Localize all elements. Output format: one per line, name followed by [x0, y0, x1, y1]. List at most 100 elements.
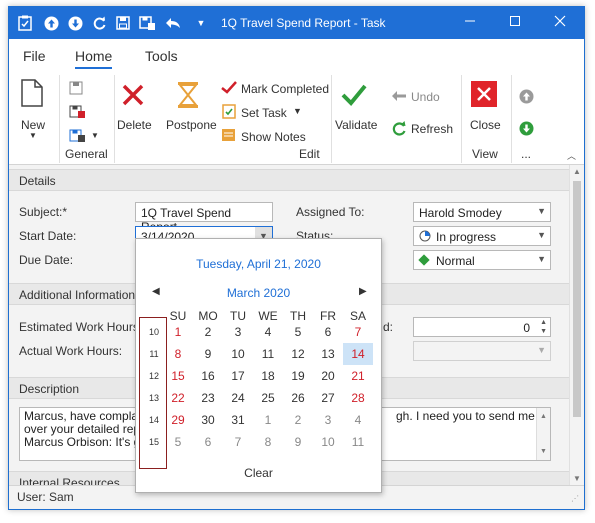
calendar-day[interactable]: 26: [283, 387, 313, 409]
arrow-up-icon[interactable]: [43, 15, 59, 31]
save-icon[interactable]: [69, 81, 83, 98]
calendar-day[interactable]: 21: [343, 365, 373, 387]
calendar-day[interactable]: 31: [223, 409, 253, 431]
undo-icon[interactable]: [165, 15, 181, 31]
postpone-button[interactable]: Postpone: [166, 118, 217, 132]
validate-icon[interactable]: [341, 83, 367, 110]
priority-select[interactable]: Normal ▼: [413, 250, 551, 270]
calendar-day[interactable]: 19: [283, 365, 313, 387]
calendar-day[interactable]: 7: [343, 321, 373, 343]
resize-grip-icon[interactable]: ⋰: [571, 494, 580, 503]
calendar-day-other-month[interactable]: 4: [343, 409, 373, 431]
refresh-button[interactable]: Refresh: [411, 122, 453, 136]
collapse-ribbon-icon[interactable]: ︿: [567, 149, 576, 162]
calendar-day[interactable]: 11: [253, 343, 283, 365]
calendar-day-other-month[interactable]: 5: [163, 431, 193, 453]
calendar-day-other-month[interactable]: 3: [313, 409, 343, 431]
status-select[interactable]: In progress ▼: [413, 226, 551, 246]
new-document-icon[interactable]: [21, 79, 43, 110]
calendar-day[interactable]: 28: [343, 387, 373, 409]
tab-file[interactable]: File: [23, 48, 46, 64]
save-new-icon[interactable]: [69, 129, 85, 146]
refresh-icon[interactable]: [391, 121, 407, 140]
refresh-icon[interactable]: [91, 15, 107, 31]
set-task-button[interactable]: Set Task: [241, 106, 287, 120]
assigned-to-select[interactable]: Harold Smodey ▼: [413, 202, 551, 222]
calendar-day-other-month[interactable]: 8: [253, 431, 283, 453]
scroll-up-icon[interactable]: ▲: [573, 167, 581, 176]
calendar-day-other-month[interactable]: 9: [283, 431, 313, 453]
calendar-day[interactable]: 17: [223, 365, 253, 387]
calendar-day[interactable]: 4: [253, 321, 283, 343]
calendar-day[interactable]: 9: [193, 343, 223, 365]
calendar-day-other-month[interactable]: 11: [343, 431, 373, 453]
next-month-icon[interactable]: ▶: [359, 286, 367, 297]
spin-arrows-icon[interactable]: ▲ ▼: [540, 318, 547, 336]
today-link[interactable]: Tuesday, April 21, 2020: [136, 257, 381, 271]
next-item-icon[interactable]: [519, 121, 534, 139]
subject-input[interactable]: 1Q Travel Spend Report: [135, 202, 273, 234]
textarea-scrollbar[interactable]: ▲ ▼: [536, 408, 550, 460]
calendar-day[interactable]: 1: [163, 321, 193, 343]
close-window-icon[interactable]: [550, 13, 570, 33]
tab-home[interactable]: Home: [75, 48, 113, 69]
calendar-day[interactable]: 27: [313, 387, 343, 409]
save-close-icon[interactable]: [69, 105, 85, 122]
save-dropdown-icon[interactable]: ▼: [91, 131, 99, 140]
month-title[interactable]: March 2020: [136, 286, 381, 300]
calendar-day[interactable]: 20: [313, 365, 343, 387]
calendar-day[interactable]: 13: [313, 343, 343, 365]
calendar-day[interactable]: 30: [193, 409, 223, 431]
save-icon[interactable]: [115, 15, 131, 31]
mark-completed-button[interactable]: Mark Completed: [241, 82, 329, 96]
save-close-icon[interactable]: [139, 15, 155, 31]
delete-icon[interactable]: [121, 83, 145, 110]
calendar-day[interactable]: 6: [313, 321, 343, 343]
calendar-day[interactable]: 2: [193, 321, 223, 343]
calendar-day[interactable]: 25: [253, 387, 283, 409]
scroll-thumb[interactable]: [573, 181, 581, 417]
clear-button[interactable]: Clear: [136, 466, 381, 480]
section-header-details[interactable]: Details: [9, 169, 569, 191]
quick-access-dropdown-icon[interactable]: ▼: [193, 15, 209, 31]
new-dropdown-icon[interactable]: ▼: [29, 131, 37, 140]
calendar-day[interactable]: 22: [163, 387, 193, 409]
tab-tools[interactable]: Tools: [145, 48, 178, 64]
calendar-day-other-month[interactable]: 2: [283, 409, 313, 431]
arrow-down-icon[interactable]: [67, 15, 83, 31]
scroll-up-icon[interactable]: ▲: [540, 410, 547, 423]
close-icon[interactable]: [471, 81, 497, 107]
maximize-icon[interactable]: [505, 13, 525, 33]
calendar-day[interactable]: 3: [223, 321, 253, 343]
calendar-day[interactable]: 10: [223, 343, 253, 365]
validate-button[interactable]: Validate: [335, 118, 377, 132]
chevron-down-icon[interactable]: ▼: [537, 230, 546, 240]
scroll-down-icon[interactable]: ▼: [573, 474, 581, 483]
calendar-day[interactable]: 24: [223, 387, 253, 409]
calendar-day[interactable]: 15: [163, 365, 193, 387]
minimize-icon[interactable]: [460, 13, 480, 33]
chevron-down-icon[interactable]: ▼: [537, 254, 546, 264]
hourglass-icon[interactable]: [177, 81, 199, 112]
hours-spin-input[interactable]: 0 ▲ ▼: [413, 317, 551, 337]
show-notes-icon[interactable]: [221, 128, 236, 145]
calendar-day-other-month[interactable]: 10: [313, 431, 343, 453]
calendar-day-other-month[interactable]: 1: [253, 409, 283, 431]
scroll-down-icon[interactable]: ▼: [540, 445, 547, 458]
chevron-down-icon[interactable]: ▼: [537, 206, 546, 216]
calendar-day[interactable]: 23: [193, 387, 223, 409]
calendar-day[interactable]: 18: [253, 365, 283, 387]
calendar-day[interactable]: 8: [163, 343, 193, 365]
set-task-dropdown-icon[interactable]: ▼: [293, 106, 302, 116]
calendar-day[interactable]: 16: [193, 365, 223, 387]
calendar-day[interactable]: 12: [283, 343, 313, 365]
set-task-icon[interactable]: [221, 103, 237, 122]
calendar-day-other-month[interactable]: 6: [193, 431, 223, 453]
calendar-day[interactable]: 29: [163, 409, 193, 431]
calendar-day[interactable]: 14: [343, 343, 373, 365]
new-button[interactable]: New: [21, 118, 45, 132]
delete-button[interactable]: Delete: [117, 118, 152, 132]
show-notes-button[interactable]: Show Notes: [241, 130, 306, 144]
main-scrollbar[interactable]: ▲ ▼: [569, 165, 584, 485]
calendar-day[interactable]: 5: [283, 321, 313, 343]
